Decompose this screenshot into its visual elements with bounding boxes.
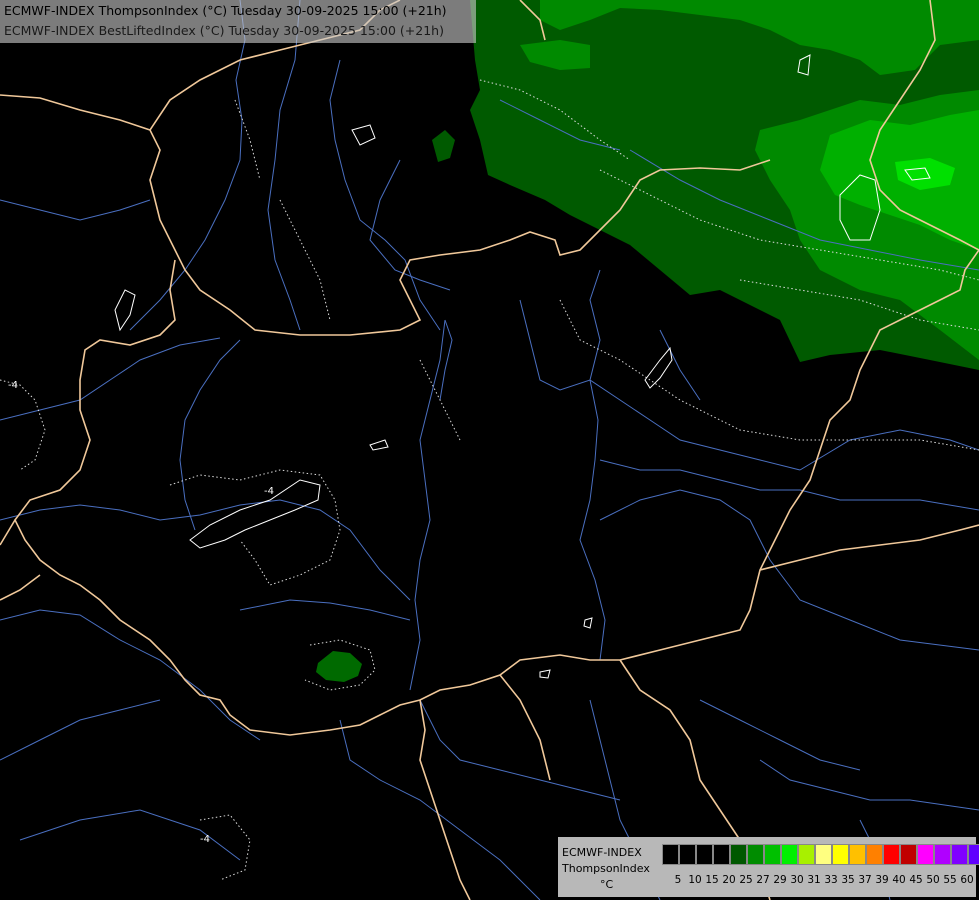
map-title-box: ECMWF-INDEX ThompsonIndex (°C) Tuesday 3… [0, 0, 476, 43]
legend-tick-label: 40 [892, 874, 906, 886]
legend-swatch [917, 844, 934, 865]
legend-swatch [781, 844, 798, 865]
legend-tick-label: 31 [807, 874, 821, 886]
legend-swatch [679, 844, 696, 865]
contour-label: -4 [200, 834, 210, 845]
legend-swatch [951, 844, 968, 865]
legend-swatch [764, 844, 781, 865]
legend-swatch [815, 844, 832, 865]
legend-tick-label: 35 [841, 874, 855, 886]
legend-tick-label: 20 [722, 874, 736, 886]
map-view[interactable]: -4 -4 -4 ECMWF-INDEX ThompsonIndex (°C) … [0, 0, 979, 900]
contour-label: -4 [8, 380, 18, 391]
legend-tick-label: 50 [926, 874, 940, 886]
legend-tick-label: 60 [960, 874, 974, 886]
legend-title-index: ThompsonIndex [562, 862, 650, 875]
legend-tick-label: 37 [858, 874, 872, 886]
legend-swatch [696, 844, 713, 865]
legend-tick-label: 30 [790, 874, 804, 886]
legend-tick-label: 5 [674, 874, 682, 886]
thompson-shade-dark-patch [432, 130, 455, 162]
legend-title-model: ECMWF-INDEX [562, 846, 642, 859]
color-legend: ECMWF-INDEX ThompsonIndex °C 5 10 15 20 25 27… [558, 837, 979, 897]
legend-swatch [900, 844, 917, 865]
legend-swatch [849, 844, 866, 865]
legend-swatch [832, 844, 849, 865]
map-title-thompson: ECMWF-INDEX ThompsonIndex (°C) Tuesday 3… [4, 3, 447, 18]
legend-swatch [798, 844, 815, 865]
legend-swatch [883, 844, 900, 865]
legend-swatch [934, 844, 951, 865]
contour-label: -4 [264, 486, 274, 497]
legend-tick-label: 27 [756, 874, 770, 886]
legend-swatch [968, 844, 979, 865]
legend-tick-label: 29 [773, 874, 787, 886]
legend-unit: °C [600, 878, 614, 891]
legend-tick-label: 45 [909, 874, 923, 886]
legend-swatches [662, 844, 979, 865]
map-title-lifted: ECMWF-INDEX BestLiftedIndex (°C) Tuesday… [4, 23, 444, 38]
forecast-map[interactable]: -4 -4 -4 [0, 0, 979, 900]
legend-swatch [866, 844, 883, 865]
legend-swatch [730, 844, 747, 865]
thompson-shade-hungary [316, 651, 362, 682]
legend-tick-label: 55 [943, 874, 957, 886]
legend-ticks: 5 10 15 20 25 27 29 30 31 33 35 37 39 40 45 50 55 60 [662, 874, 976, 888]
legend-swatch [747, 844, 764, 865]
legend-swatch [662, 844, 679, 865]
legend-tick-label: 10 [688, 874, 702, 886]
legend-tick-label: 33 [824, 874, 838, 886]
legend-tick-label: 25 [739, 874, 753, 886]
legend-tick-label: 39 [875, 874, 889, 886]
legend-swatch [713, 844, 730, 865]
legend-tick-label: 15 [705, 874, 719, 886]
